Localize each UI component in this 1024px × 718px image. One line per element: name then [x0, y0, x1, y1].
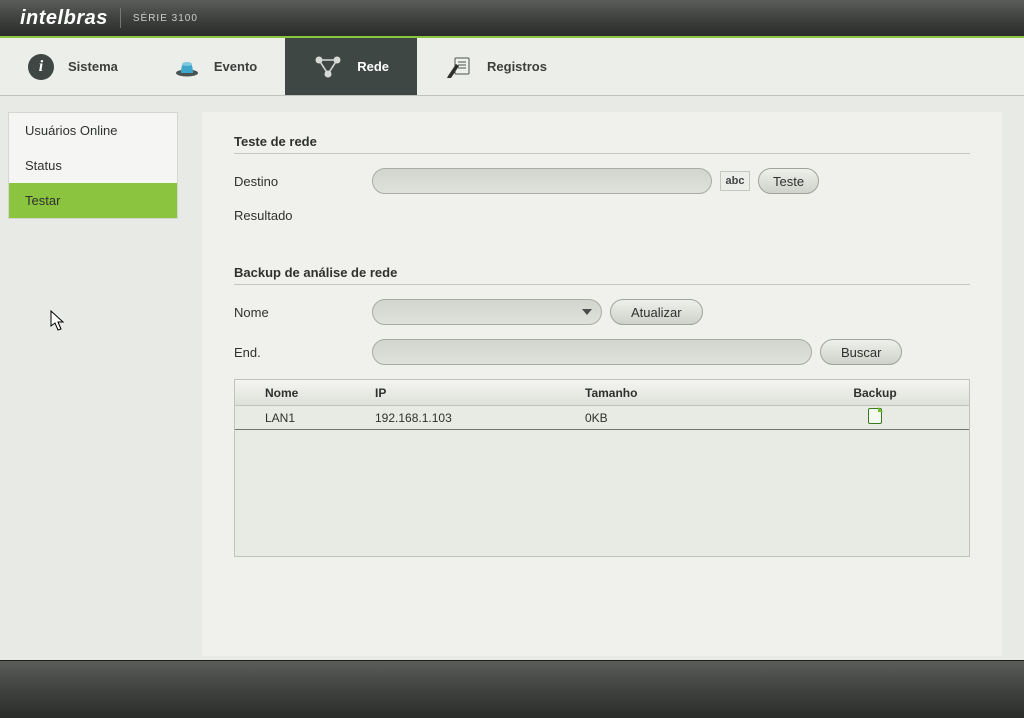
sidebar-item-testar[interactable]: Testar	[9, 183, 177, 218]
td-tamanho: 0KB	[585, 411, 795, 425]
main-nav: i Sistema Evento Rede Registros	[0, 38, 1024, 96]
network-icon	[313, 54, 343, 80]
nav-rede[interactable]: Rede	[285, 38, 417, 95]
log-icon	[445, 56, 473, 78]
brand-divider	[120, 8, 121, 28]
nav-evento[interactable]: Evento	[146, 38, 285, 95]
brand-logo: intelbras	[20, 7, 108, 30]
content-panel: Teste de rede Destino abc Teste Resultad…	[202, 112, 1002, 656]
destino-input[interactable]	[372, 168, 712, 194]
nome-label: Nome	[234, 305, 364, 320]
sidebar: Usuários Online Status Testar	[8, 112, 178, 219]
nav-label: Evento	[214, 59, 257, 74]
nav-label: Rede	[357, 59, 389, 74]
td-nome: LAN1	[235, 411, 375, 425]
nav-label: Sistema	[68, 59, 118, 74]
topbar: intelbras SÉRIE 3100	[0, 0, 1024, 38]
table-row[interactable]: LAN1192.168.1.1030KB	[235, 406, 969, 430]
sidebar-item-status[interactable]: Status	[9, 148, 177, 183]
buscar-button[interactable]: Buscar	[820, 339, 902, 365]
info-icon: i	[28, 54, 54, 80]
end-label: End.	[234, 345, 364, 360]
end-input[interactable]	[372, 339, 812, 365]
backup-file-icon[interactable]	[868, 408, 882, 424]
series-label: SÉRIE 3100	[133, 13, 198, 24]
nav-label: Registros	[487, 59, 547, 74]
th-tamanho: Tamanho	[585, 386, 795, 400]
footer-bar	[0, 660, 1024, 718]
sidebar-item-online-users[interactable]: Usuários Online	[9, 113, 177, 148]
section-title-teste: Teste de rede	[234, 134, 970, 154]
table-header-row: Nome IP Tamanho Backup	[235, 380, 969, 406]
abc-badge: abc	[720, 171, 750, 191]
teste-button[interactable]: Teste	[758, 168, 819, 194]
td-ip: 192.168.1.103	[375, 411, 585, 425]
th-ip: IP	[375, 386, 585, 400]
th-backup: Backup	[795, 386, 955, 400]
destino-label: Destino	[234, 174, 364, 189]
interfaces-table: Nome IP Tamanho Backup LAN1192.168.1.103…	[234, 379, 970, 557]
th-nome: Nome	[235, 386, 375, 400]
section-title-backup: Backup de análise de rede	[234, 265, 970, 285]
nav-registros[interactable]: Registros	[417, 38, 575, 95]
resultado-label: Resultado	[234, 208, 364, 223]
atualizar-button[interactable]: Atualizar	[610, 299, 703, 325]
td-backup	[795, 408, 955, 427]
nav-sistema[interactable]: i Sistema	[0, 38, 146, 95]
nome-select[interactable]	[372, 299, 602, 325]
siren-icon	[174, 57, 200, 77]
